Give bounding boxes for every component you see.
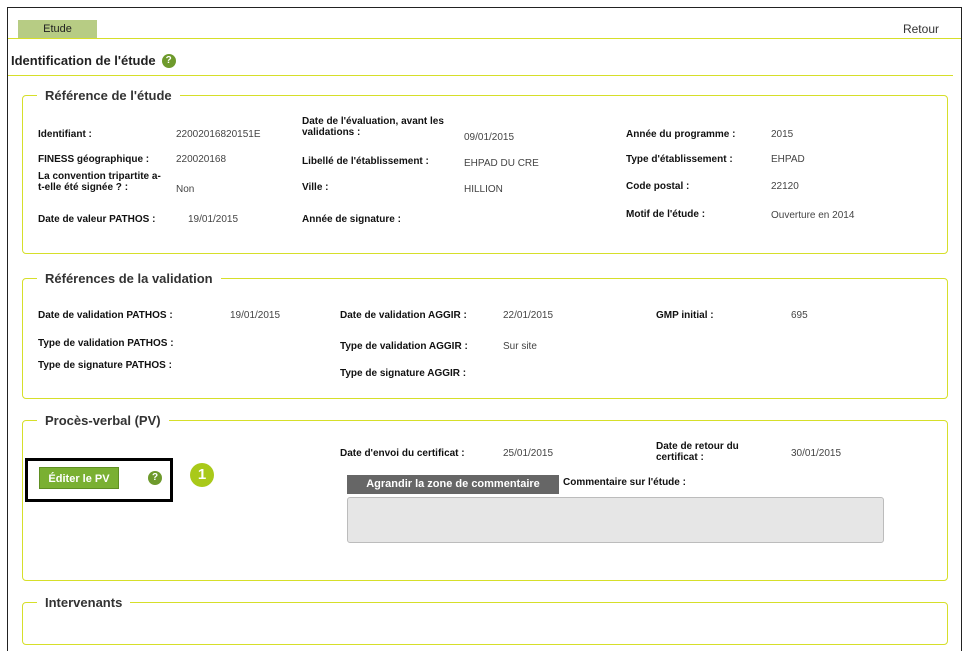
- divider: [8, 75, 953, 76]
- validation-section: Références de la validation: [22, 271, 948, 399]
- type-etablissement-label: Type d'établissement :: [626, 154, 733, 165]
- date-evaluation-value: 09/01/2015: [464, 132, 515, 143]
- type-validation-pathos-label: Type de validation PATHOS :: [38, 338, 174, 349]
- finess-label: FINESS géographique :: [38, 154, 150, 165]
- help-icon[interactable]: ?: [148, 471, 162, 485]
- comment-label: Commentaire sur l'étude :: [563, 477, 686, 488]
- libelle-label: Libellé de l'établissement :: [302, 156, 429, 167]
- convention-value: Non: [176, 184, 195, 195]
- date-evaluation-label: Date de l'évaluation, avant les validati…: [302, 116, 444, 138]
- identifiant-label: Identifiant :: [38, 129, 92, 140]
- identification-heading: Identification de l'étude ?: [11, 53, 176, 68]
- type-validation-aggir-label: Type de validation AGGIR :: [340, 341, 468, 352]
- date-retour-value: 30/01/2015: [791, 448, 842, 459]
- page-title: Identification de l'étude: [11, 53, 156, 68]
- motif-label: Motif de l'étude :: [626, 209, 706, 220]
- type-signature-pathos-label: Type de signature PATHOS :: [38, 360, 172, 371]
- date-validation-aggir-value: 22/01/2015: [503, 310, 554, 321]
- top-bar: Etude Retour: [8, 8, 961, 38]
- help-icon[interactable]: ?: [161, 53, 176, 68]
- annee-programme-label: Année du programme :: [626, 129, 736, 140]
- libelle-value: EHPAD DU CRE: [464, 158, 539, 169]
- type-validation-aggir-value: Sur site: [503, 341, 537, 352]
- section-title: Intervenants: [45, 595, 123, 610]
- finess-value: 220020168: [176, 154, 227, 165]
- tab-etude[interactable]: Etude: [18, 20, 97, 38]
- intervenants-section: Intervenants: [22, 595, 948, 645]
- type-signature-aggir-label: Type de signature AGGIR :: [340, 368, 467, 379]
- convention-label: La convention tripartite a-t-elle été si…: [38, 171, 161, 193]
- divider: [8, 38, 961, 39]
- step-callout: 1: [190, 463, 214, 487]
- annee-signature-label: Année de signature :: [302, 214, 401, 225]
- date-validation-aggir-label: Date de validation AGGIR :: [340, 310, 467, 321]
- edit-pv-button[interactable]: Éditer le PV: [39, 467, 119, 489]
- annee-programme-value: 2015: [771, 129, 794, 140]
- date-valeur-label: Date de valeur PATHOS :: [38, 214, 156, 225]
- retour-link[interactable]: Retour: [903, 22, 939, 36]
- code-postal-value: 22120: [771, 181, 799, 192]
- identifiant-value: 22002016820151E: [176, 129, 261, 140]
- date-validation-pathos-label: Date de validation PATHOS :: [38, 310, 173, 321]
- date-validation-pathos-value: 19/01/2015: [230, 310, 281, 321]
- code-postal-label: Code postal :: [626, 181, 690, 192]
- date-retour-label: Date de retour du certificat :: [656, 441, 739, 463]
- section-title: Références de la validation: [45, 271, 213, 286]
- motif-value: Ouverture en 2014: [771, 210, 855, 221]
- date-valeur-value: 19/01/2015: [188, 214, 239, 225]
- comment-textarea[interactable]: [347, 497, 884, 543]
- type-etablissement-value: EHPAD: [771, 154, 805, 165]
- expand-comment-button[interactable]: Agrandir la zone de commentaire: [347, 475, 559, 494]
- ville-value: HILLION: [464, 184, 503, 195]
- section-title: Référence de l'étude: [45, 88, 172, 103]
- date-envoi-label: Date d'envoi du certificat :: [340, 448, 465, 459]
- gmp-value: 695: [791, 310, 808, 321]
- ville-label: Ville :: [302, 182, 329, 193]
- gmp-label: GMP initial :: [656, 310, 714, 321]
- section-title: Procès-verbal (PV): [45, 413, 161, 428]
- date-envoi-value: 25/01/2015: [503, 448, 554, 459]
- study-panel: Etude Retour Identification de l'étude ?…: [7, 7, 962, 651]
